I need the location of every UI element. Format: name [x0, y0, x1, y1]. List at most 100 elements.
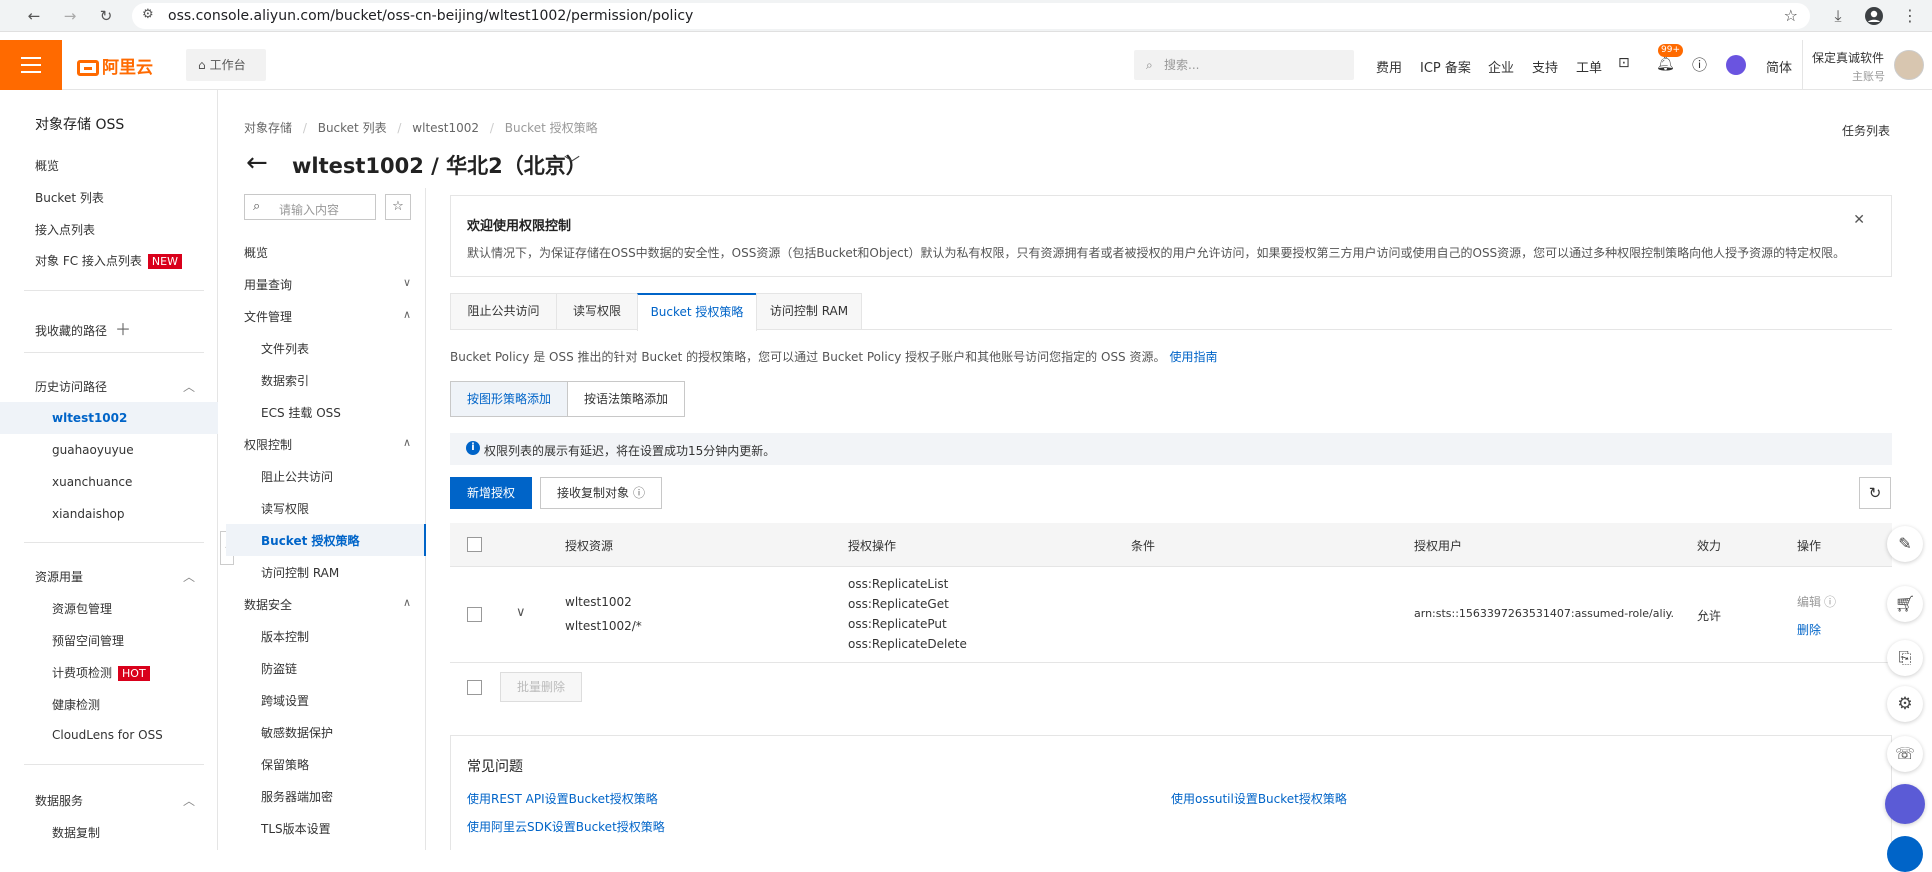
bucket-menu-file-list[interactable]: 文件列表: [261, 340, 309, 357]
row-checkbox[interactable]: [467, 607, 482, 622]
sidebar-item-favorites[interactable]: 我收藏的路径＋: [35, 316, 131, 340]
bucket-menu-sensitive-data[interactable]: 敏感数据保护: [261, 724, 333, 741]
add-icon[interactable]: ＋: [115, 320, 131, 339]
chevron-up-icon[interactable]: ∧: [403, 436, 411, 449]
back-icon[interactable]: ←: [24, 6, 44, 26]
close-icon[interactable]: ✕: [1853, 212, 1865, 228]
settings-icon[interactable]: ⚙: [1887, 686, 1923, 722]
refresh-icon[interactable]: ↻: [1859, 477, 1891, 509]
workbench-button[interactable]: ⌂ 工作台: [186, 49, 266, 81]
bookmark-star-icon[interactable]: ☆: [1784, 6, 1798, 25]
bucket-menu-retention[interactable]: 保留策略: [261, 756, 309, 773]
avatar[interactable]: [1894, 50, 1924, 80]
language-switch[interactable]: 简体: [1766, 57, 1792, 76]
resource-item-billing-check[interactable]: 计费项检测 HOT: [52, 664, 150, 681]
tab-bucket-policy[interactable]: Bucket 授权策略: [637, 293, 757, 331]
resource-item-reserved-space[interactable]: 预留空间管理: [52, 632, 124, 649]
history-item-guahaoyuyue[interactable]: guahaoyuyue: [52, 443, 134, 457]
reload-icon[interactable]: ↻: [96, 6, 116, 26]
bucket-menu-block-public[interactable]: 阻止公共访问: [261, 468, 333, 485]
bucket-menu-usage[interactable]: 用量查询: [244, 276, 292, 293]
bucket-menu-permission[interactable]: 权限控制: [244, 436, 292, 453]
bucket-menu-versioning[interactable]: 版本控制: [261, 628, 309, 645]
breadcrumb-item[interactable]: wltest1002: [412, 121, 479, 135]
resource-item-package[interactable]: 资源包管理: [52, 600, 112, 617]
chevron-up-icon[interactable]: ︿: [183, 568, 195, 585]
batch-delete-button[interactable]: 批量删除: [500, 672, 582, 702]
bulk-select-checkbox[interactable]: [467, 680, 482, 695]
support-headset-icon[interactable]: ☏: [1887, 736, 1923, 772]
aliyun-logo[interactable]: 阿里云: [77, 53, 153, 78]
sidebar-item-access-points[interactable]: 接入点列表: [35, 221, 95, 238]
chevron-up-icon[interactable]: ︿: [183, 378, 195, 395]
add-authorization-button[interactable]: 新增授权: [450, 477, 532, 509]
data-service-item-replication[interactable]: 数据复制: [52, 824, 100, 841]
guide-link[interactable]: 使用指南: [1170, 350, 1218, 364]
nav-support[interactable]: 支持: [1532, 57, 1558, 76]
resource-item-cloudlens[interactable]: CloudLens for OSS: [52, 728, 163, 742]
chevron-up-icon[interactable]: ∧: [403, 596, 411, 609]
bucket-menu-search-input[interactable]: ⌕ 请输入内容: [244, 194, 376, 220]
graphic-policy-button[interactable]: 按图形策略添加: [450, 381, 568, 417]
sidebar-section-resource[interactable]: 资源用量: [35, 568, 83, 585]
download-icon[interactable]: ⤓: [1828, 6, 1848, 26]
syntax-policy-button[interactable]: 按语法策略添加: [567, 381, 685, 417]
nav-icp[interactable]: ICP 备案: [1420, 57, 1471, 76]
bucket-menu-bucket-policy[interactable]: Bucket 授权策略: [261, 532, 360, 549]
bucket-menu-cors[interactable]: 跨域设置: [261, 692, 309, 709]
chevron-down-icon[interactable]: ﹀: [564, 150, 580, 174]
document-icon[interactable]: ⎘: [1887, 640, 1923, 676]
breadcrumb-item[interactable]: Bucket 列表: [318, 121, 387, 135]
bucket-menu-overview[interactable]: 概览: [244, 244, 268, 261]
profile-icon[interactable]: [1864, 6, 1884, 26]
faq-link[interactable]: 使用REST API设置Bucket授权策略: [467, 790, 658, 807]
global-search-input[interactable]: ⌕ 搜索...: [1134, 50, 1354, 80]
task-list-link[interactable]: 任务列表: [1842, 122, 1890, 139]
nav-fees[interactable]: 费用: [1376, 57, 1402, 76]
edit-feedback-icon[interactable]: ✎: [1887, 526, 1923, 562]
address-bar[interactable]: ⚙ oss.console.aliyun.com/bucket/oss-cn-b…: [132, 3, 1810, 29]
faq-link[interactable]: 使用ossutil设置Bucket授权策略: [1171, 790, 1347, 807]
sidebar-section-history[interactable]: 历史访问路径: [35, 378, 107, 395]
nav-enterprise[interactable]: 企业: [1488, 57, 1514, 76]
bucket-menu-tls[interactable]: TLS版本设置: [261, 820, 331, 837]
breadcrumb-item[interactable]: 对象存储: [244, 121, 292, 135]
bucket-menu-ram[interactable]: 访问控制 RAM: [261, 564, 339, 581]
edit-link[interactable]: 编辑 ⓘ: [1797, 593, 1836, 610]
sidebar-item-fc-access-points[interactable]: 对象 FC 接入点列表 NEW: [35, 252, 182, 269]
site-info-icon[interactable]: ⚙: [142, 7, 154, 22]
tab-block-public[interactable]: 阻止公共访问: [450, 293, 557, 330]
bucket-menu-security[interactable]: 数据安全: [244, 596, 292, 613]
bucket-menu-acl[interactable]: 读写权限: [261, 500, 309, 517]
bucket-menu-encryption[interactable]: 服务器端加密: [261, 788, 333, 805]
expand-row-icon[interactable]: ∨: [516, 605, 526, 620]
history-item-xiandaishop[interactable]: xiandaishop: [52, 507, 125, 521]
delete-link[interactable]: 删除: [1797, 621, 1821, 638]
select-all-checkbox[interactable]: [467, 537, 482, 552]
help-icon[interactable]: ⓘ: [1692, 54, 1707, 75]
chat-icon[interactable]: [1887, 836, 1923, 872]
menu-icon[interactable]: [0, 40, 62, 90]
favorite-star-icon[interactable]: ☆: [385, 194, 411, 220]
chevron-up-icon[interactable]: ∧: [403, 308, 411, 321]
forward-icon[interactable]: →: [60, 6, 80, 26]
back-arrow-icon[interactable]: ←: [246, 148, 268, 178]
chevron-up-icon[interactable]: ︿: [183, 792, 195, 809]
cart-icon[interactable]: 🛒︎: [1887, 586, 1923, 622]
help-icon[interactable]: ⓘ: [633, 486, 645, 500]
bucket-menu-data-index[interactable]: 数据索引: [261, 372, 309, 389]
faq-link[interactable]: 使用阿里云SDK设置Bucket授权策略: [467, 818, 665, 835]
bucket-menu-file-mgmt[interactable]: 文件管理: [244, 308, 292, 325]
chevron-down-icon[interactable]: ∨: [403, 276, 411, 289]
ai-assistant-icon[interactable]: [1885, 784, 1925, 824]
user-name[interactable]: 保定真诚软件: [1812, 49, 1884, 66]
sidebar-item-bucket-list[interactable]: Bucket 列表: [35, 189, 104, 206]
sidebar-item-overview[interactable]: 概览: [35, 157, 59, 174]
tab-acl[interactable]: 读写权限: [556, 293, 638, 330]
terminal-icon[interactable]: ⊡: [1618, 55, 1630, 71]
resource-item-health-check[interactable]: 健康检测: [52, 696, 100, 713]
bucket-menu-ecs-mount[interactable]: ECS 挂载 OSS: [261, 404, 341, 421]
tab-ram[interactable]: 访问控制 RAM: [756, 293, 862, 330]
ai-assistant-icon[interactable]: [1726, 55, 1746, 75]
history-item-xuanchuance[interactable]: xuanchuance: [52, 475, 132, 489]
